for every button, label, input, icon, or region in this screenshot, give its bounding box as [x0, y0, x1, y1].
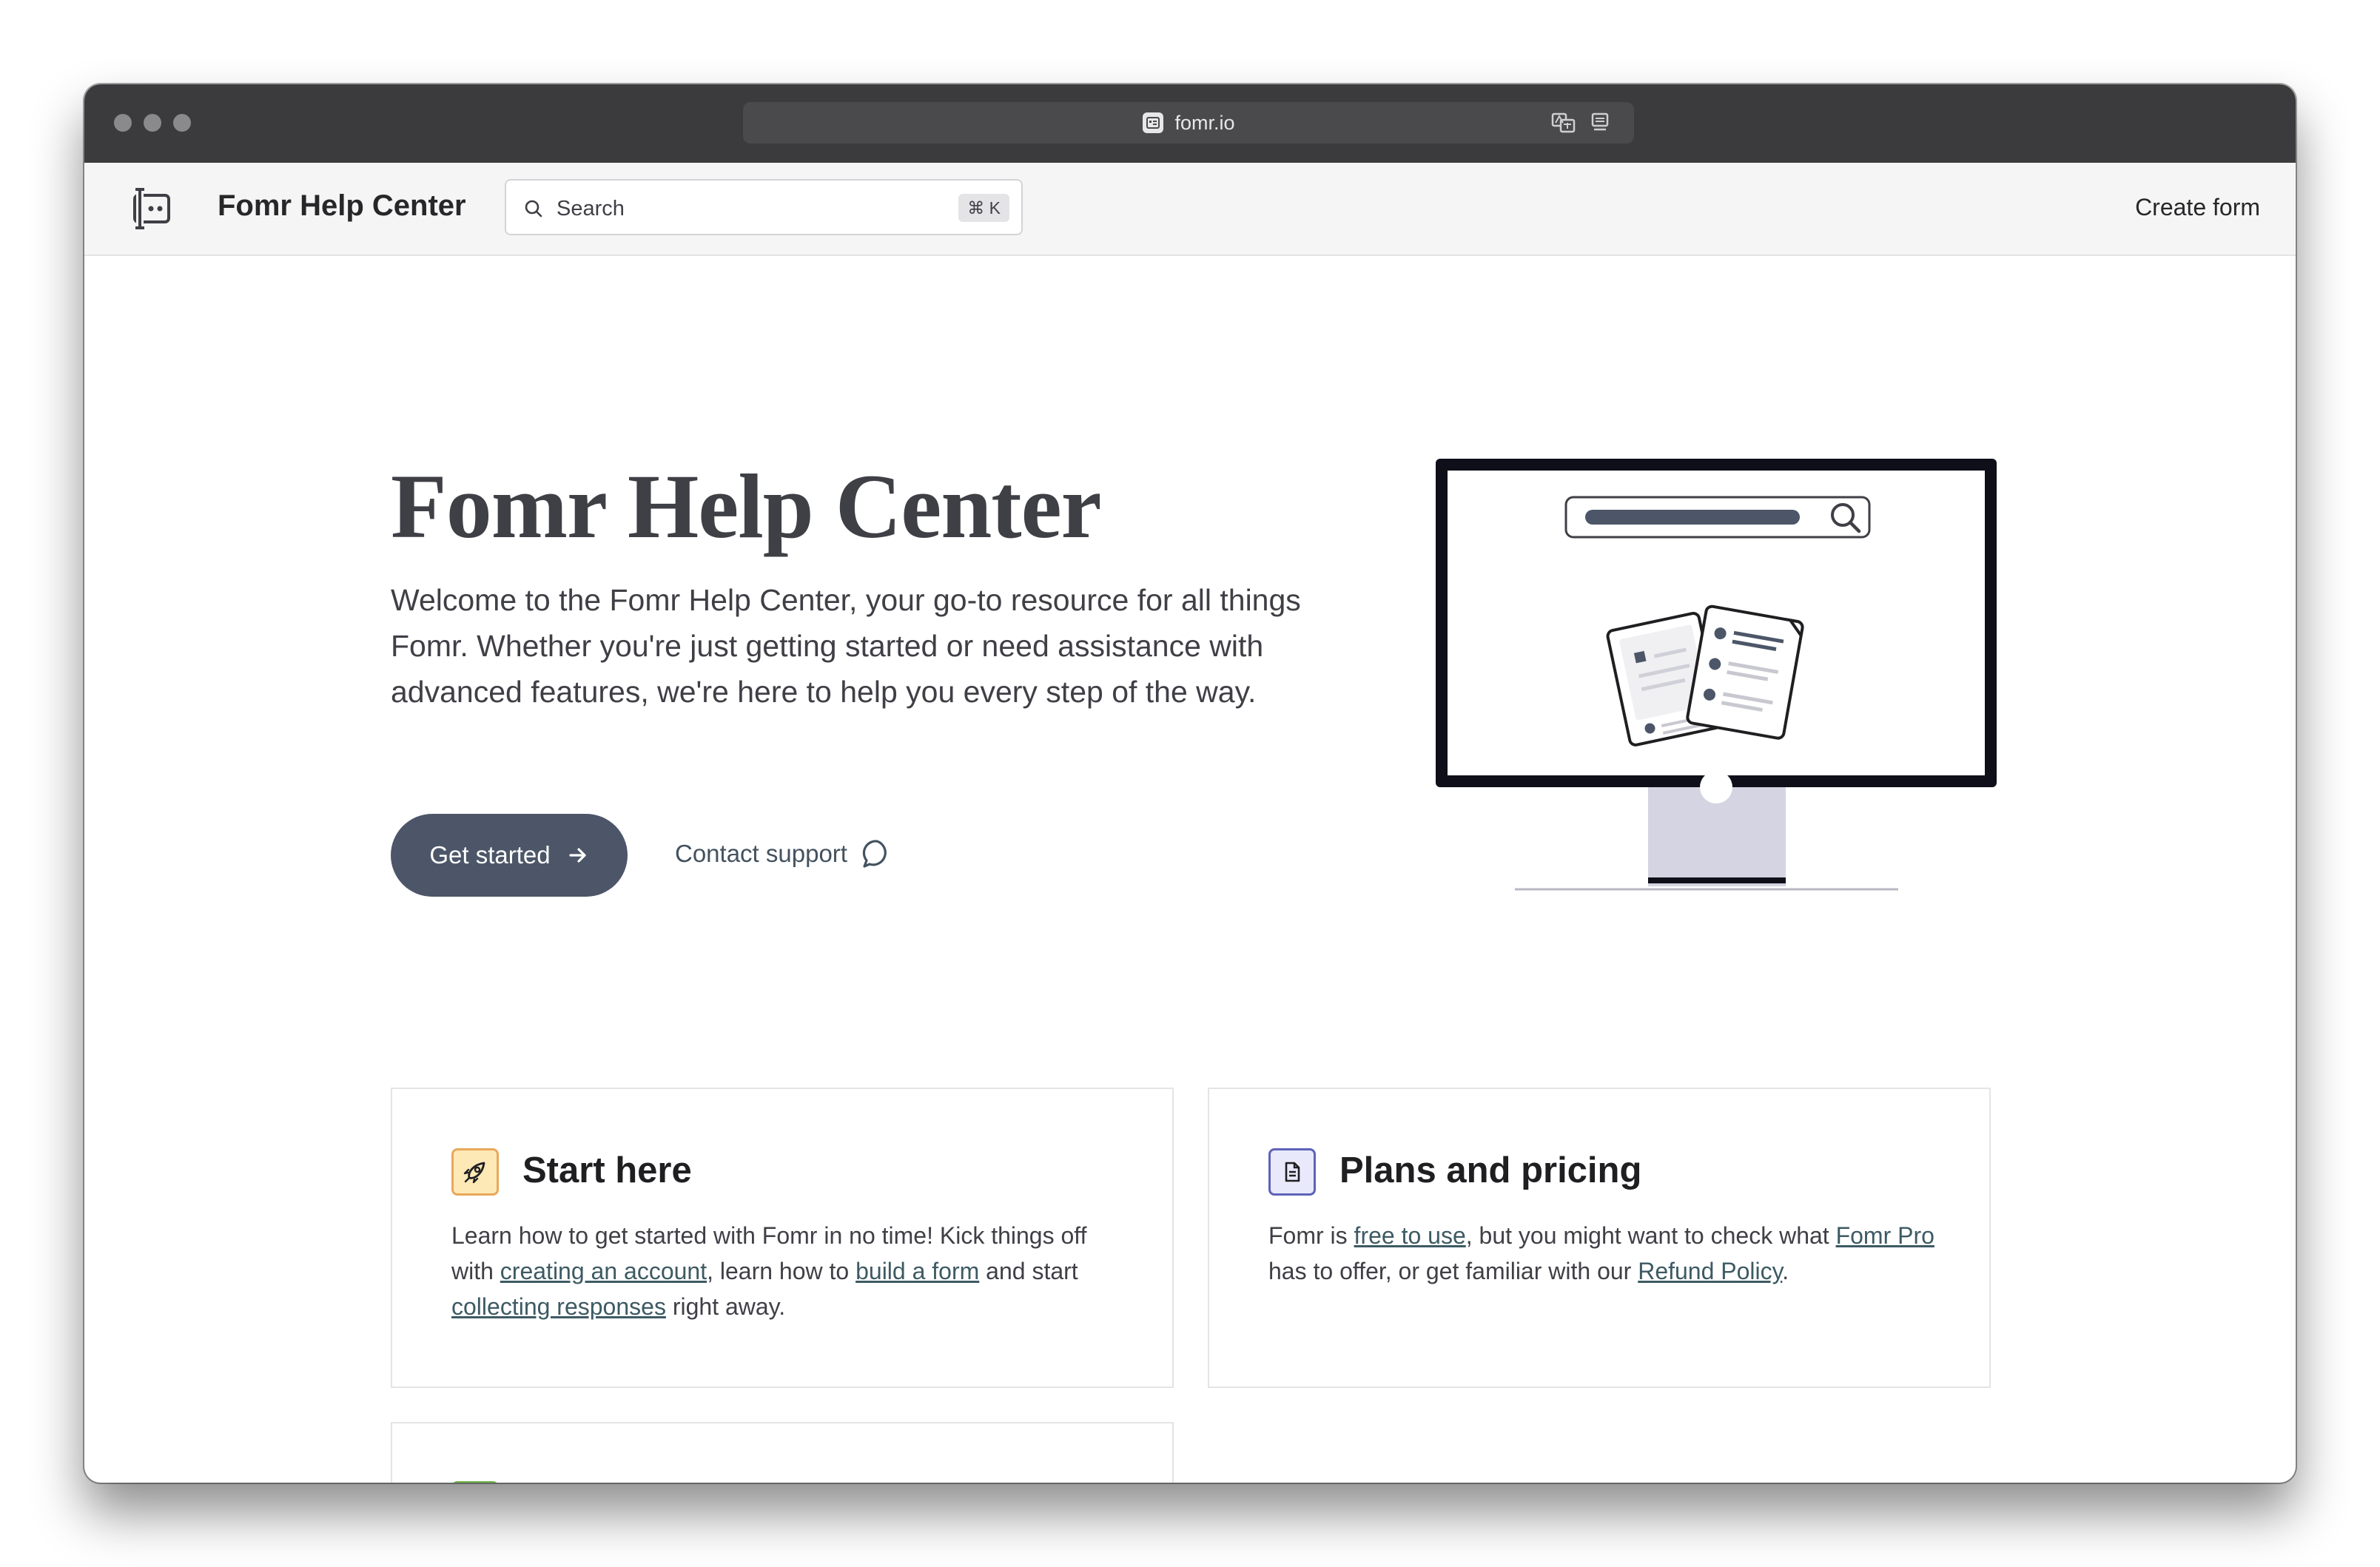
chat-bubble-icon: [862, 840, 887, 868]
arrow-right-icon: [569, 848, 586, 863]
rocket-icon: [451, 1148, 499, 1196]
fomr-logo-icon[interactable]: [127, 185, 175, 232]
refund-policy-link[interactable]: Refund Policy: [1638, 1258, 1782, 1284]
help-center-illustration: [1436, 459, 1997, 891]
page-title: Fomr Help Center: [391, 456, 1102, 557]
start-here-card[interactable]: Start here Learn how to get started with…: [391, 1088, 1174, 1388]
card-icon: [451, 1481, 499, 1483]
build-form-link[interactable]: build a form: [855, 1258, 979, 1284]
card-description: Fomr is free to use, but you might want …: [1268, 1222, 1934, 1284]
search-input[interactable]: Search ⌘ K: [505, 179, 1023, 235]
browser-titlebar: fomr.io: [84, 84, 2296, 163]
url-text: fomr.io: [1174, 111, 1235, 134]
plans-pricing-card[interactable]: Plans and pricing Fomr is free to use, b…: [1208, 1088, 1991, 1388]
free-to-use-link[interactable]: free to use: [1354, 1222, 1466, 1249]
close-window-button[interactable]: [114, 114, 132, 132]
card-title: Start here: [522, 1150, 692, 1190]
contact-support-label: Contact support: [675, 840, 847, 867]
site-header: Fomr Help Center Search ⌘ K Create form: [84, 163, 2296, 256]
minimize-window-button[interactable]: [144, 114, 161, 132]
maximize-window-button[interactable]: [173, 114, 191, 132]
get-started-button[interactable]: Get started: [391, 814, 628, 897]
browser-window: fomr.io Fomr Help Center Search ⌘ K Crea…: [84, 84, 2296, 1483]
window-controls: [114, 114, 191, 132]
fomr-pro-link[interactable]: Fomr Pro: [1836, 1222, 1934, 1249]
get-started-label: Get started: [429, 841, 551, 869]
site-favicon-icon: [1143, 112, 1164, 133]
create-form-link[interactable]: Create form: [2135, 194, 2260, 221]
collecting-responses-link[interactable]: collecting responses: [451, 1293, 666, 1320]
card-description: Learn how to get started with Fomr in no…: [451, 1222, 1087, 1320]
document-icon: [1268, 1148, 1316, 1196]
creating-account-link[interactable]: creating an account: [500, 1258, 707, 1284]
contact-support-link[interactable]: Contact support: [675, 838, 893, 870]
search-shortcut-badge: ⌘ K: [958, 194, 1009, 222]
partial-card[interactable]: [391, 1422, 1174, 1483]
hero-description: Welcome to the Fomr Help Center, your go…: [391, 583, 1301, 709]
search-placeholder: Search: [557, 197, 625, 220]
search-icon: [525, 200, 542, 218]
address-bar[interactable]: fomr.io: [743, 102, 1634, 144]
site-brand[interactable]: Fomr Help Center: [218, 189, 466, 223]
card-title: Plans and pricing: [1339, 1150, 1642, 1190]
translate-icon[interactable]: [1551, 112, 1576, 133]
reader-mode-icon[interactable]: [1591, 112, 1609, 133]
